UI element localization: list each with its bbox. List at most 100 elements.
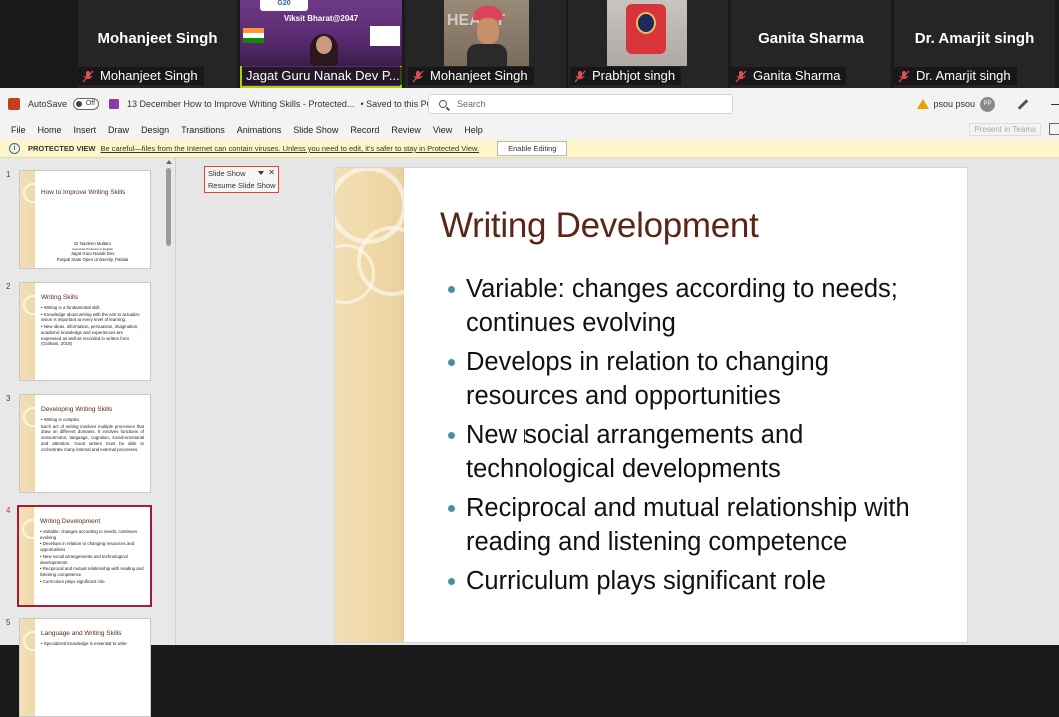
thumb-body: • Variable: changes according to needs; …: [40, 529, 144, 585]
save-icon[interactable]: [109, 99, 120, 109]
thumb-line: • Variable: changes according to needs; …: [40, 529, 138, 540]
participant-tile[interactable]: HEA ST Mohanjeet Singh: [405, 0, 566, 88]
autosave-toggle[interactable]: Off: [73, 98, 100, 110]
tab-view[interactable]: View: [427, 125, 458, 135]
g20-logo: G20: [260, 0, 308, 11]
participant-label: Dr. Amarjit singh: [894, 67, 1017, 85]
participant-label: Ganita Sharma: [731, 67, 847, 85]
minimize-icon[interactable]: [1051, 103, 1059, 105]
thumb-line: Punjab State Open University, Patiala: [56, 256, 129, 262]
tab-animations[interactable]: Animations: [231, 125, 288, 135]
close-icon[interactable]: ✕: [268, 168, 275, 177]
tab-insert[interactable]: Insert: [68, 125, 103, 135]
workspace: 1 How to Improve Writing Skills Dr Navle…: [0, 158, 1059, 717]
slide-thumbnail-5[interactable]: Language and Writing Skills • Specialize…: [19, 618, 151, 717]
thumb-line: • Develops in relation to changing resou…: [40, 541, 135, 553]
tab-transitions[interactable]: Transitions: [175, 125, 231, 135]
powerpoint-logo-icon: [8, 98, 20, 110]
slide-thumbnail-4[interactable]: Writing Development • Variable: changes …: [17, 505, 152, 607]
slide-thumbnail-1[interactable]: How to Improve Writing Skills Dr Navleen…: [19, 170, 151, 269]
thumb-title: Writing Skills: [41, 294, 79, 301]
thumb-body: • Writing is a fundamental skill. • Know…: [41, 305, 144, 348]
info-icon: i: [9, 143, 20, 154]
title-bar: AutoSave Off 13 December How to Improve …: [0, 88, 1059, 120]
slide-bullet: Develops in relation to changing resourc…: [447, 345, 947, 413]
protected-view-bar: i PROTECTED VIEW Be careful—files from t…: [0, 140, 1059, 158]
tab-home[interactable]: Home: [32, 125, 68, 135]
tab-slide-show[interactable]: Slide Show: [287, 125, 344, 135]
tab-help[interactable]: Help: [458, 125, 489, 135]
document-title[interactable]: 13 December How to Improve Writing Skill…: [127, 99, 354, 109]
slide-band: [20, 171, 43, 268]
thumb-title: Developing Writing Skills: [41, 406, 113, 413]
slide-bullet: Reciprocal and mutual relationship with …: [447, 491, 947, 559]
slide-thumbnail-3[interactable]: Developing Writing Skills • Writing is c…: [19, 394, 151, 493]
slide-band: [20, 619, 43, 716]
slide-number: 4: [6, 506, 11, 515]
thumb-line: • Reciprocal and mutual relationship wit…: [40, 566, 144, 578]
protected-view-message[interactable]: Be careful—files from the Internet can c…: [101, 144, 480, 153]
save-status: • Saved to this PC: [360, 99, 434, 109]
slide-number: 5: [6, 618, 11, 627]
tab-design[interactable]: Design: [135, 125, 175, 135]
mic-muted-icon: [898, 70, 910, 83]
search-input[interactable]: Search: [428, 94, 733, 114]
participant-label: Prabhjot singh: [570, 67, 682, 85]
slide-thumbnail-2[interactable]: Writing Skills • Writing is a fundamenta…: [19, 282, 151, 381]
slide-bullet: Curriculum plays significant role: [447, 564, 947, 598]
protected-view-title: PROTECTED VIEW: [28, 144, 96, 153]
resume-slideshow-button[interactable]: Resume Slide Show: [208, 181, 276, 190]
slide-title[interactable]: Writing Development: [440, 206, 759, 246]
participant-name-large: Dr. Amarjit singh: [914, 30, 1035, 47]
titlebar-right: psou psou PP: [917, 88, 1059, 120]
speaker-face: [316, 36, 332, 54]
thumbnail-scrollbar[interactable]: [165, 158, 173, 645]
thumb-line: • Curriculum plays significant role: [40, 578, 105, 584]
thumb-line: • Specialized knowledge is essential to …: [41, 641, 127, 646]
slide-canvas[interactable]: Writing Development Variable: changes ac…: [334, 167, 968, 643]
participant-tile[interactable]: Prabhjot singh: [568, 0, 728, 88]
tab-record[interactable]: Record: [344, 125, 385, 135]
slideshow-label: Slide Show: [208, 169, 246, 178]
mission-logo: [370, 26, 400, 46]
enable-editing-button[interactable]: Enable Editing: [497, 141, 568, 156]
comment-icon[interactable]: [1049, 123, 1059, 135]
participant-name-large: Mohanjeet Singh: [97, 30, 218, 47]
dropdown-icon[interactable]: [258, 171, 264, 175]
tab-draw[interactable]: Draw: [102, 125, 135, 135]
mic-muted-icon: [574, 70, 586, 83]
thumb-line: • Writing is complex: [41, 417, 80, 422]
slide-bullet-list[interactable]: Variable: changes according to needs; co…: [447, 272, 947, 603]
search-placeholder: Search: [457, 99, 486, 109]
avatar[interactable]: PP: [980, 96, 995, 112]
person-face: [477, 18, 499, 44]
participant-tile[interactable]: Ganita Sharma Ganita Sharma: [731, 0, 891, 88]
user-name[interactable]: psou psou: [933, 99, 975, 109]
scroll-up-icon[interactable]: [166, 160, 172, 164]
slide-number: 2: [6, 282, 11, 291]
scrollbar-thumb[interactable]: [166, 168, 171, 246]
thumb-line: • New ideas, information, persuasion, im…: [41, 324, 139, 347]
participant-label-text: Prabhjot singh: [592, 68, 676, 83]
thumb-title: How to Improve Writing Skills: [41, 189, 126, 196]
participant-tile[interactable]: Dr. Amarjit singh Dr. Amarjit singh: [894, 0, 1055, 88]
flag-icon: [243, 28, 264, 43]
mic-muted-icon: [412, 70, 424, 83]
participant-tile[interactable]: Mohanjeet Singh Mohanjeet Singh: [78, 0, 237, 88]
thumb-title: Writing Development: [40, 518, 101, 525]
slide-band: [20, 283, 43, 380]
participant-label-text: Mohanjeet Singh: [100, 68, 198, 83]
present-in-teams-button[interactable]: Present in Teams: [969, 123, 1041, 136]
tab-review[interactable]: Review: [385, 125, 427, 135]
tab-file[interactable]: File: [0, 125, 32, 135]
text-cursor: [524, 429, 526, 443]
warning-icon[interactable]: [917, 99, 930, 109]
pen-icon[interactable]: [1017, 98, 1029, 110]
thumb-body: • Specialized knowledge is essential to …: [41, 641, 144, 648]
mic-muted-icon: [82, 70, 94, 83]
slide-band: [19, 507, 42, 605]
participant-label: Mohanjeet Singh: [408, 67, 534, 85]
participant-label: Jagat Guru Nanak Dev P...: [242, 67, 402, 85]
thumb-line: Each act of writing involves multiple pr…: [41, 423, 144, 452]
participant-tile-active[interactable]: G20 Viksit Bharat@2047 Jagat Guru Nanak …: [240, 0, 402, 88]
